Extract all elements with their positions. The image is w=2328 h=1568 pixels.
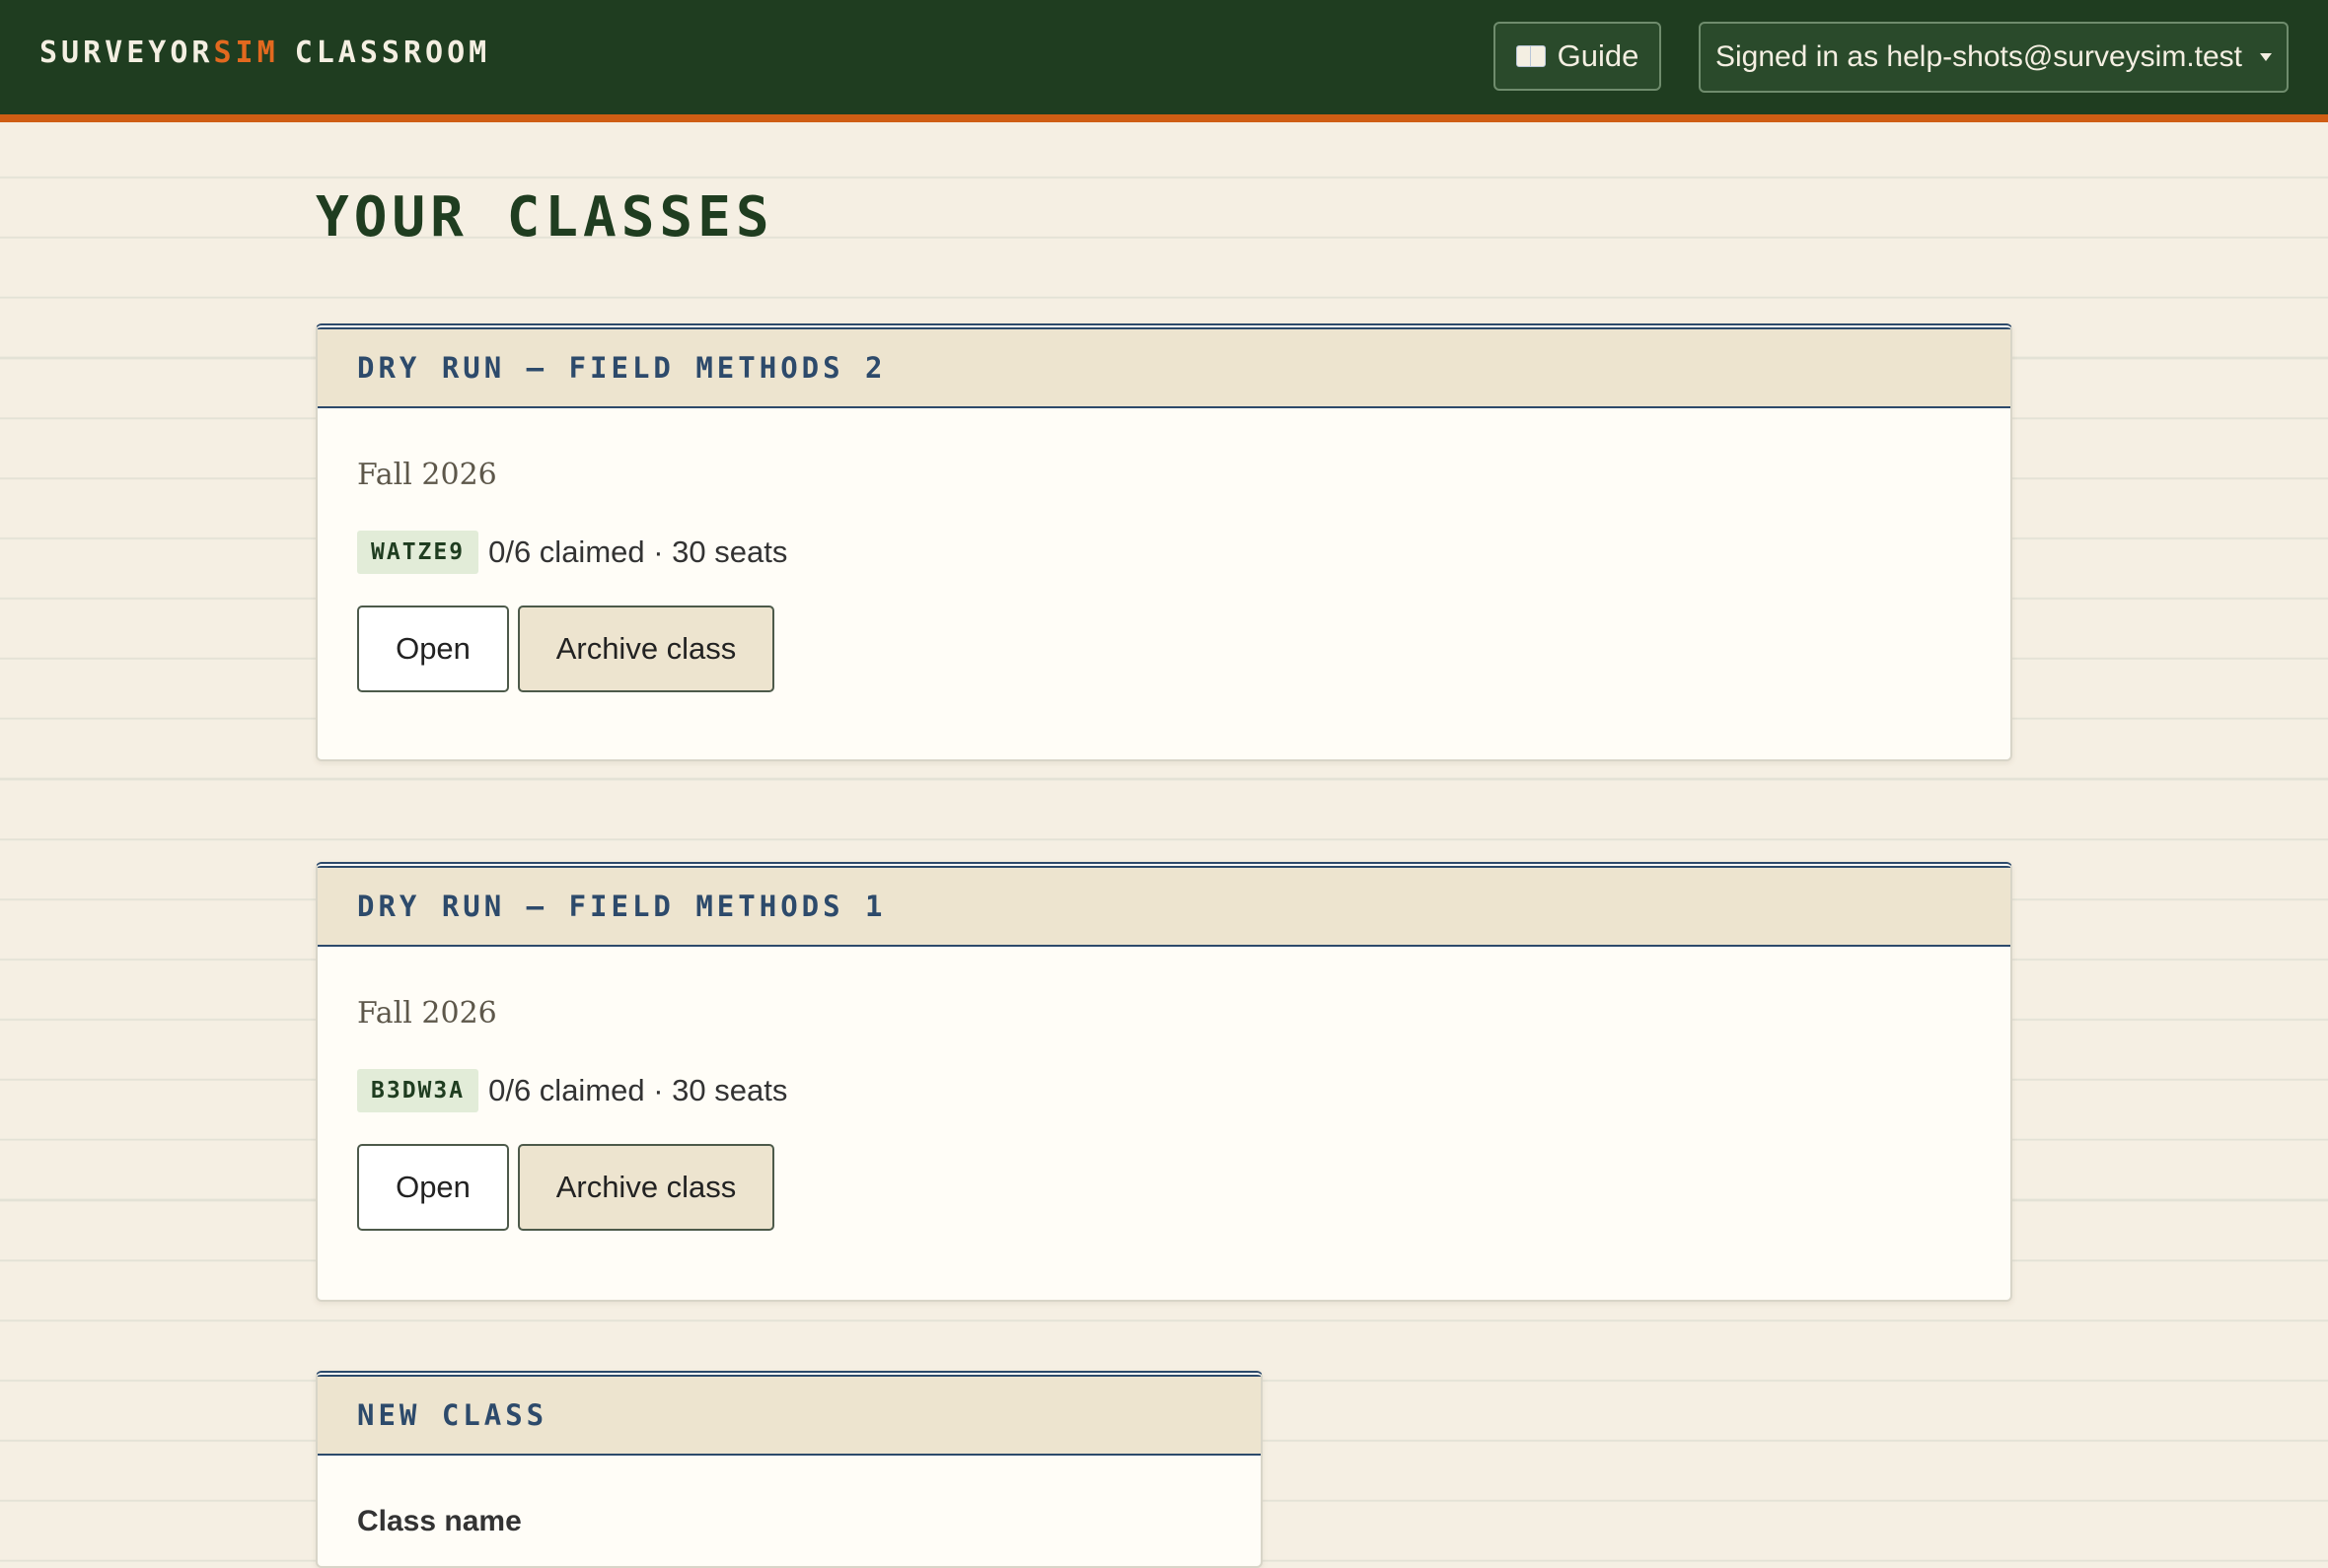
book-icon (1515, 45, 1546, 67)
class-name-label: Class name (357, 1505, 522, 1537)
class-card-title: DRY RUN — FIELD METHODS 2 (318, 329, 2010, 408)
open-class-button[interactable]: Open (357, 1144, 509, 1231)
brand-name-part2: CLASSROOM (294, 36, 491, 70)
class-code-badge: WATZE9 (357, 531, 479, 574)
page-title: YOUR CLASSES (316, 185, 774, 249)
user-menu-button[interactable]: Signed in as help-shots@surveysim.test (1699, 22, 2289, 93)
new-class-title: NEW CLASS (318, 1377, 1261, 1456)
top-bar: SURVEYORSIM CLASSROOM Guide Signed in as … (0, 0, 2328, 122)
chevron-down-icon (2260, 53, 2273, 61)
archive-class-button[interactable]: Archive class (518, 1144, 774, 1231)
user-menu-label: Signed in as help-shots@surveysim.test (1714, 40, 2243, 73)
brand-name-part1: SURVEYOR (39, 36, 214, 70)
guide-button-label: Guide (1557, 38, 1639, 73)
class-term: Fall 2026 (357, 996, 497, 1031)
brand-name-accent: SIM (213, 36, 279, 70)
class-seat-stats: 0/6 claimed · 30 seats (488, 535, 788, 569)
archive-class-button[interactable]: Archive class (518, 606, 774, 692)
class-term: Fall 2026 (357, 458, 497, 492)
class-code-badge: B3DW3A (357, 1069, 479, 1112)
class-code-row: B3DW3A 0/6 claimed · 30 seats (357, 1069, 787, 1112)
new-class-card: NEW CLASS Class name (316, 1371, 1263, 1568)
open-class-button[interactable]: Open (357, 606, 509, 692)
class-code-row: WATZE9 0/6 claimed · 30 seats (357, 531, 787, 574)
class-seat-stats: 0/6 claimed · 30 seats (488, 1073, 788, 1107)
class-card-title: DRY RUN — FIELD METHODS 1 (318, 868, 2010, 947)
class-card: DRY RUN — FIELD METHODS 2 Fall 2026 WATZ… (316, 323, 2012, 761)
class-card: DRY RUN — FIELD METHODS 1 Fall 2026 B3DW… (316, 862, 2012, 1302)
guide-button[interactable]: Guide (1493, 22, 1661, 91)
brand-logo[interactable]: SURVEYORSIM CLASSROOM (39, 36, 490, 70)
